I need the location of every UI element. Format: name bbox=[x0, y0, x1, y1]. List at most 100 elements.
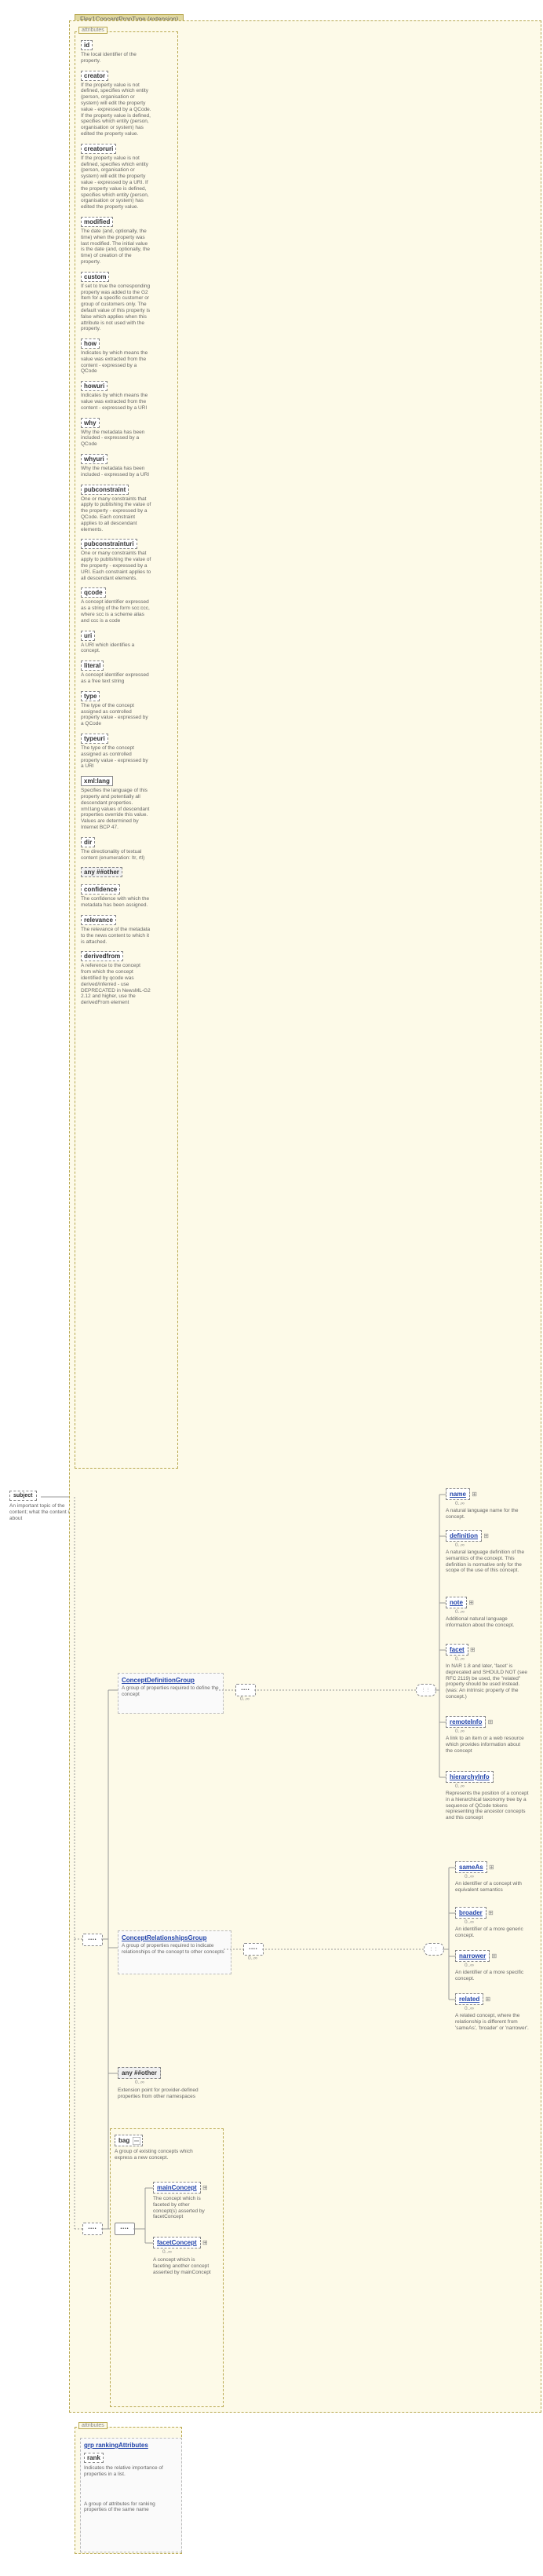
attr-custom-desc: If set to true the corresponding propert… bbox=[81, 284, 151, 332]
attr-xmllang[interactable]: xml:lang bbox=[81, 776, 113, 786]
elem-narrower[interactable]: narrower bbox=[455, 1950, 490, 1962]
elem-facet-desc: In NAR 1.8 and later, 'facet' is depreca… bbox=[446, 1663, 528, 1700]
occurs-related: 0..∞ bbox=[465, 2006, 474, 2011]
elem-hierarchyinfo-label: hierarchyInfo bbox=[450, 1773, 490, 1780]
attr-modified[interactable]: modified bbox=[81, 217, 113, 227]
group-definition-desc: A group of properties required to define… bbox=[122, 1685, 220, 1698]
occurs-broader: 0..∞ bbox=[465, 1919, 474, 1925]
group-concept-relationships[interactable]: ConceptRelationshipsGroup A group of pro… bbox=[118, 1930, 231, 1974]
elem-any-other[interactable]: any ##other bbox=[118, 2067, 161, 2079]
elem-related-desc: A related concept, where the relationshi… bbox=[455, 2013, 538, 2031]
attr-pubconstraint[interactable]: pubconstraint bbox=[81, 485, 129, 495]
root-element-subject[interactable]: subject bbox=[9, 1491, 37, 1501]
elem-bag-label: bag bbox=[118, 2137, 129, 2144]
group-definition-title[interactable]: ConceptDefinitionGroup bbox=[122, 1677, 220, 1684]
elem-broader[interactable]: broader bbox=[455, 1907, 487, 1919]
elem-broader-label: broader bbox=[459, 1909, 483, 1916]
root-element-label: subject bbox=[13, 1493, 33, 1498]
attr-whyuri[interactable]: whyuri bbox=[81, 454, 108, 464]
elem-mainconcept-desc: The concept which is faceted by other co… bbox=[153, 2196, 212, 2220]
attr-dir-desc: The directionality of textual content (e… bbox=[81, 849, 151, 862]
attr-why[interactable]: why bbox=[81, 418, 100, 428]
elem-remoteinfo-label: remoteInfo bbox=[450, 1718, 482, 1725]
occurs-rel: 0..∞ bbox=[248, 1956, 257, 1961]
attr-relevance[interactable]: relevance bbox=[81, 915, 116, 925]
elem-name[interactable]: name bbox=[446, 1488, 470, 1500]
occurs-sameas: 0..∞ bbox=[465, 1874, 474, 1879]
attr-creatoruri[interactable]: creatoruri bbox=[81, 144, 116, 154]
elem-related-label: related bbox=[459, 1996, 479, 2003]
attr-how[interactable]: how bbox=[81, 338, 100, 349]
seq-bag: •••• bbox=[115, 2223, 135, 2235]
occurs-facet: 0..∞ bbox=[455, 1656, 465, 1662]
elem-facet-label: facet bbox=[450, 1646, 465, 1653]
group-rel-title[interactable]: ConceptRelationshipsGroup bbox=[122, 1934, 228, 1941]
attr-rank[interactable]: rank bbox=[84, 2453, 104, 2463]
elem-hierarchyinfo[interactable]: hierarchyInfo bbox=[446, 1771, 494, 1783]
elem-anyother-desc: Extension point for provider-defined pro… bbox=[118, 2088, 200, 2100]
elem-definition[interactable]: definition bbox=[446, 1530, 482, 1542]
group-ranking-title[interactable]: grp rankingAttributes bbox=[84, 2442, 148, 2449]
attr-creator[interactable]: creator bbox=[81, 71, 108, 81]
attr-qcode-desc: A concept identifier expressed as a stri… bbox=[81, 599, 151, 624]
elem-related[interactable]: related bbox=[455, 1993, 483, 2005]
elem-remoteinfo[interactable]: remoteInfo bbox=[446, 1716, 486, 1728]
elem-narrower-desc: An identifier of a more specific concept… bbox=[455, 1970, 534, 1982]
attr-literal-desc: A concept identifier expressed as a free… bbox=[81, 672, 151, 685]
attr-uri[interactable]: uri bbox=[81, 631, 95, 641]
elem-facetconcept-desc: A concept which is faceting another conc… bbox=[153, 2257, 212, 2275]
occurs-anyother: 0..∞ bbox=[135, 2080, 144, 2085]
elem-definition-desc: A natural language definition of the sem… bbox=[446, 1550, 528, 1574]
elem-mainconcept[interactable]: mainConcept bbox=[153, 2182, 201, 2194]
attr-pubconstrainturi[interactable]: pubconstrainturi bbox=[81, 539, 137, 549]
elem-bag[interactable]: bag bbox=[115, 2135, 143, 2146]
attr-type[interactable]: type bbox=[81, 691, 100, 701]
elem-broader-desc: An identifier of a more generic concept. bbox=[455, 1927, 534, 1939]
attr-any-other[interactable]: any ##other bbox=[81, 867, 122, 877]
attr-qcode[interactable]: qcode bbox=[81, 587, 106, 598]
attr-pubconstraint-desc: One or many constraints that apply to pu… bbox=[81, 496, 151, 533]
seq-def: •••• bbox=[235, 1684, 256, 1696]
attr-derivedfrom-desc: A reference to the concept from which th… bbox=[81, 963, 151, 1006]
attr-modified-desc: The date (and, optionally, the time) whe… bbox=[81, 229, 151, 265]
elem-sameas-desc: An identifier of a concept with equivale… bbox=[455, 1881, 534, 1894]
minus-icon bbox=[133, 2137, 140, 2145]
attr-literal[interactable]: literal bbox=[81, 660, 104, 671]
sequence-main: •••• bbox=[82, 1934, 103, 1946]
elem-mainconcept-label: mainConcept bbox=[157, 2184, 197, 2191]
attr-relevance-desc: The relevance of the metadata to the new… bbox=[81, 927, 151, 945]
occurs-narrower: 0..∞ bbox=[465, 1963, 474, 1968]
elem-note-label: note bbox=[450, 1599, 463, 1606]
elem-note[interactable]: note bbox=[446, 1597, 467, 1608]
attr-why-desc: Why the metadata has been included - exp… bbox=[81, 430, 151, 448]
elem-narrower-label: narrower bbox=[459, 1952, 486, 1959]
attr-typeuri-desc: The type of the concept assigned as cont… bbox=[81, 745, 151, 770]
occurs-definition: 0..∞ bbox=[455, 1542, 465, 1548]
attr-type-desc: The type of the concept assigned as cont… bbox=[81, 703, 151, 727]
elem-remoteinfo-desc: A link to an item or a web resource whic… bbox=[446, 1736, 524, 1754]
elem-facetconcept-label: facetConcept bbox=[157, 2239, 197, 2246]
elem-bag-desc: A group of existing concepts which expre… bbox=[115, 2149, 197, 2161]
occurs-name: 0..∞ bbox=[455, 1501, 465, 1506]
attr-derivedfrom[interactable]: derivedfrom bbox=[81, 951, 123, 961]
elem-name-label: name bbox=[450, 1491, 466, 1498]
attr-typeuri[interactable]: typeuri bbox=[81, 734, 108, 744]
sequence-ext: •••• bbox=[82, 2223, 103, 2235]
elem-facetconcept[interactable]: facetConcept bbox=[153, 2237, 201, 2249]
group-ranking[interactable]: grp rankingAttributes rank Indicates the… bbox=[80, 2438, 182, 2552]
elem-sameas[interactable]: sameAs bbox=[455, 1861, 487, 1873]
elem-sameas-label: sameAs bbox=[459, 1864, 483, 1871]
attributes-list: id The local identifier of the property.… bbox=[75, 36, 177, 1008]
attr-confidence[interactable]: confidence bbox=[81, 884, 120, 895]
seq-rel: •••• bbox=[243, 1943, 264, 1956]
elem-facet[interactable]: facet bbox=[446, 1644, 468, 1656]
attr-confidence-desc: The confidence with which the metadata h… bbox=[81, 896, 151, 909]
attr-howuri[interactable]: howuri bbox=[81, 381, 108, 391]
attr-id[interactable]: id bbox=[81, 40, 93, 50]
attr-dir[interactable]: dir bbox=[81, 837, 95, 847]
group-concept-definition[interactable]: ConceptDefinitionGroup A group of proper… bbox=[118, 1673, 224, 1714]
occurs-remoteinfo: 0..∞ bbox=[455, 1729, 465, 1734]
elem-hierarchyinfo-desc: Represents the position of a concept in … bbox=[446, 1791, 530, 1821]
attr-custom[interactable]: custom bbox=[81, 272, 109, 282]
elem-definition-label: definition bbox=[450, 1532, 478, 1539]
